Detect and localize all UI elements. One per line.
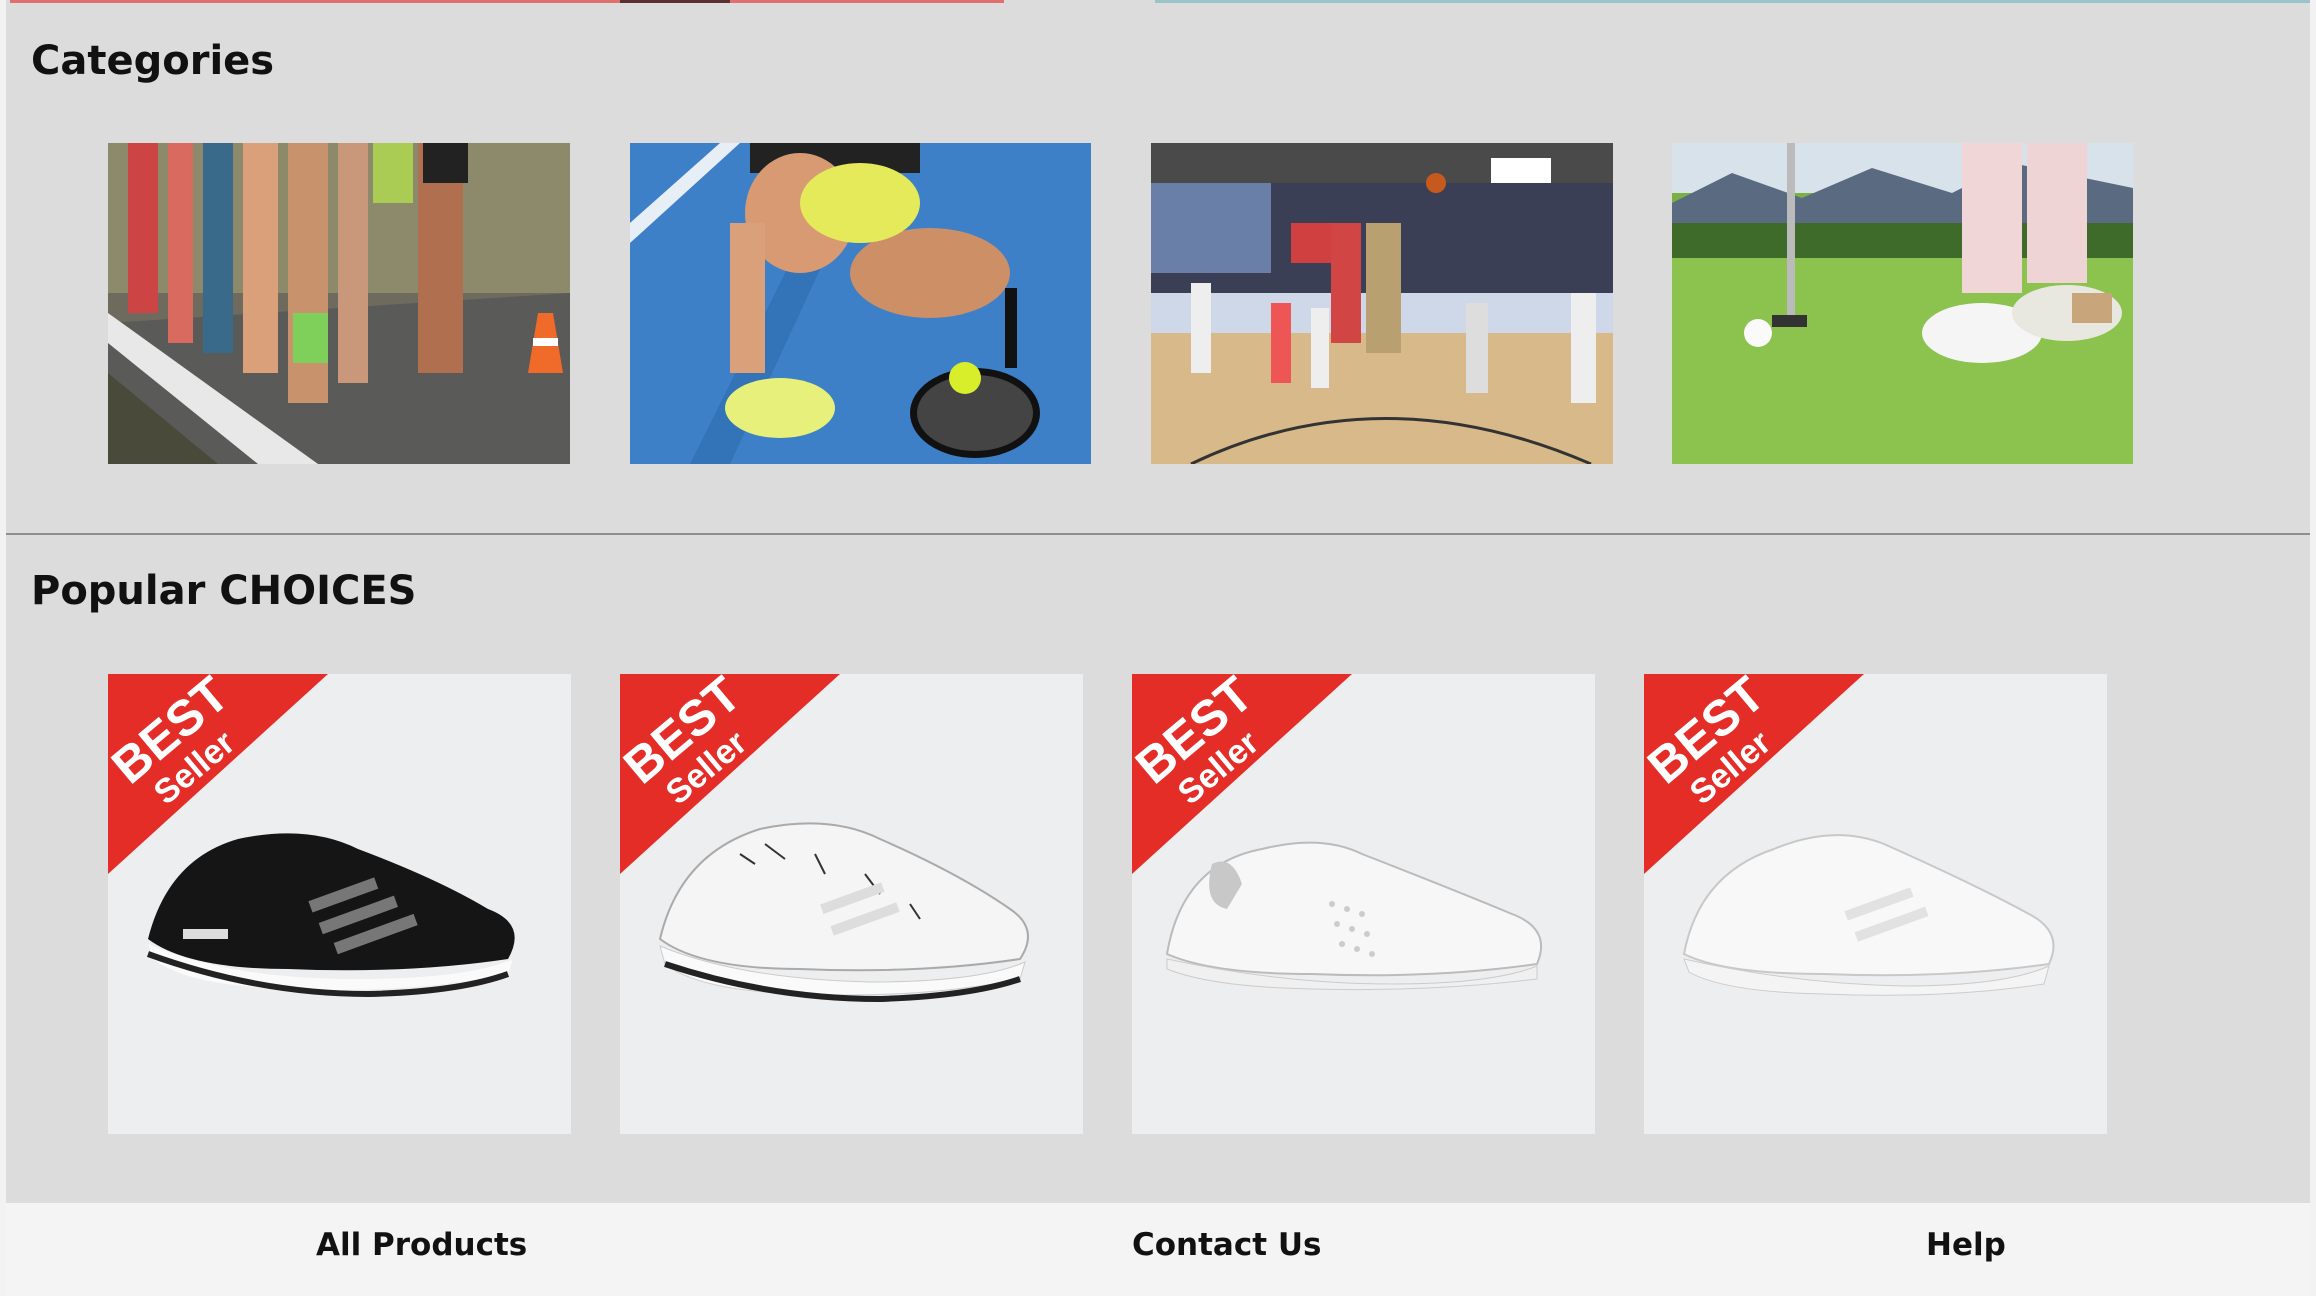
left-edge — [0, 0, 6, 1296]
product-card-white-patterned-shoe[interactable]: BEST Seller — [620, 674, 1083, 1134]
categories-heading: Categories — [31, 38, 275, 84]
category-golf-image[interactable] — [1672, 143, 2133, 464]
footer-link-help[interactable]: Help — [1926, 1227, 2006, 1263]
top-accent-bar — [0, 0, 2316, 3]
footer-link-contact-us[interactable]: Contact Us — [1132, 1227, 1321, 1263]
right-edge — [2310, 0, 2316, 1296]
popular-choices-heading: Popular CHOICES — [31, 568, 417, 614]
category-tennis-image[interactable] — [630, 143, 1091, 464]
category-basketball-image[interactable] — [1151, 143, 1613, 464]
product-card-white-knit-shoe[interactable]: BEST Seller — [1644, 674, 2107, 1134]
section-divider — [6, 533, 2310, 535]
category-running-image[interactable] — [108, 143, 570, 464]
product-card-black-running-shoe[interactable]: BEST Seller — [108, 674, 571, 1134]
product-card-white-court-sneaker[interactable]: BEST Seller — [1132, 674, 1595, 1134]
footer-link-all-products[interactable]: All Products — [316, 1227, 527, 1263]
